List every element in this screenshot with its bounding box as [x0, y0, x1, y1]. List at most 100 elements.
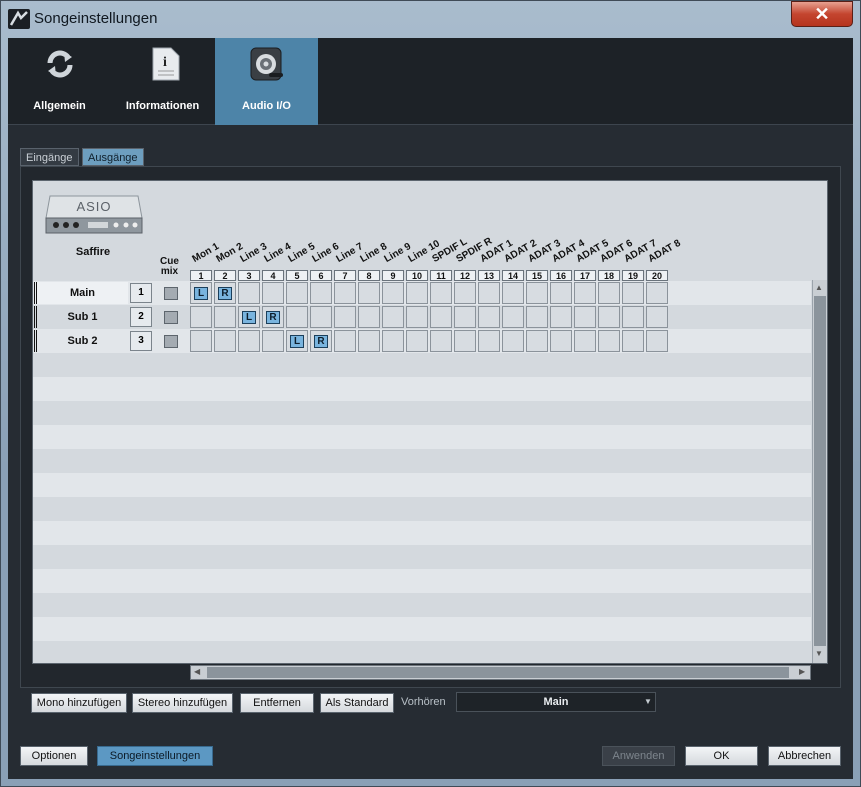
- matrix-cell[interactable]: [526, 306, 548, 328]
- matrix-cell[interactable]: [478, 282, 500, 304]
- matrix-cell[interactable]: [646, 330, 668, 352]
- matrix-cell[interactable]: [262, 330, 284, 352]
- matrix-cell[interactable]: [406, 282, 428, 304]
- scroll-up-icon[interactable]: ▲: [815, 283, 823, 292]
- matrix-cell[interactable]: [502, 330, 524, 352]
- matrix-cell[interactable]: [454, 330, 476, 352]
- matrix-cell[interactable]: [310, 282, 332, 304]
- matrix-cell[interactable]: [238, 282, 260, 304]
- matrix-cell[interactable]: [478, 306, 500, 328]
- matrix-cell[interactable]: [382, 282, 404, 304]
- output-row-label[interactable]: Main: [34, 282, 128, 304]
- ok-button[interactable]: OK: [685, 746, 758, 766]
- cancel-button[interactable]: Abbrechen: [768, 746, 841, 766]
- cue-mix-checkbox[interactable]: [164, 287, 178, 300]
- matrix-cell[interactable]: [430, 282, 452, 304]
- column-number: 8: [358, 270, 380, 281]
- matrix-cell[interactable]: [214, 306, 236, 328]
- matrix-cell[interactable]: [550, 282, 572, 304]
- vertical-scroll-thumb[interactable]: [814, 296, 826, 646]
- matrix-cell[interactable]: [502, 306, 524, 328]
- matrix-cell[interactable]: [622, 282, 644, 304]
- matrix-cell[interactable]: [358, 306, 380, 328]
- matrix-cell[interactable]: [334, 306, 356, 328]
- cue-mix-checkbox[interactable]: [164, 335, 178, 348]
- matrix-cell[interactable]: [478, 330, 500, 352]
- matrix-cell[interactable]: [526, 282, 548, 304]
- matrix-cell[interactable]: [646, 306, 668, 328]
- matrix-cell[interactable]: [454, 282, 476, 304]
- output-row-label[interactable]: Sub 1: [34, 306, 128, 328]
- mono-add-button[interactable]: Mono hinzufügen: [31, 693, 127, 713]
- matrix-cell[interactable]: [262, 282, 284, 304]
- matrix-cell[interactable]: [406, 306, 428, 328]
- matrix-cell[interactable]: [574, 306, 596, 328]
- matrix-cell[interactable]: [358, 282, 380, 304]
- matrix-cell[interactable]: L: [190, 282, 212, 304]
- tab-informationen[interactable]: i Informationen: [111, 38, 214, 125]
- matrix-cell[interactable]: [550, 306, 572, 328]
- set-default-button[interactable]: Als Standard: [320, 693, 394, 713]
- matrix-cell[interactable]: L: [286, 330, 308, 352]
- matrix-cell[interactable]: R: [310, 330, 332, 352]
- chevron-down-icon[interactable]: ▼: [644, 697, 652, 706]
- matrix-cell[interactable]: [286, 306, 308, 328]
- matrix-cell[interactable]: [574, 282, 596, 304]
- scroll-right-icon[interactable]: ▶: [799, 667, 805, 676]
- matrix-cell[interactable]: [214, 330, 236, 352]
- matrix-cell[interactable]: [334, 330, 356, 352]
- tab-allgemein[interactable]: Allgemein: [8, 38, 111, 125]
- scroll-left-icon[interactable]: ◀: [194, 667, 200, 676]
- matrix-cell[interactable]: [550, 330, 572, 352]
- close-button[interactable]: ✕: [791, 1, 853, 27]
- matrix-cell[interactable]: [454, 306, 476, 328]
- matrix-cell[interactable]: [622, 330, 644, 352]
- stereo-add-button[interactable]: Stereo hinzufügen: [132, 693, 233, 713]
- song-settings-button[interactable]: Songeinstellungen: [97, 746, 213, 766]
- matrix-cell[interactable]: [574, 330, 596, 352]
- options-button[interactable]: Optionen: [20, 746, 88, 766]
- matrix-cell[interactable]: [358, 330, 380, 352]
- matrix-cell[interactable]: [406, 330, 428, 352]
- matrix-cell[interactable]: [430, 330, 452, 352]
- preview-select[interactable]: Main: [456, 692, 656, 712]
- matrix-cell[interactable]: R: [262, 306, 284, 328]
- matrix-cell[interactable]: [598, 282, 620, 304]
- channel-assignment[interactable]: R: [218, 287, 232, 300]
- svg-text:ASIO: ASIO: [76, 199, 111, 214]
- matrix-cell[interactable]: [238, 330, 260, 352]
- matrix-cell[interactable]: [598, 306, 620, 328]
- channel-assignment[interactable]: R: [314, 335, 328, 348]
- matrix-cell[interactable]: [190, 306, 212, 328]
- matrix-cell[interactable]: [598, 330, 620, 352]
- matrix-cell[interactable]: [526, 330, 548, 352]
- apply-button[interactable]: Anwenden: [602, 746, 675, 766]
- matrix-cell[interactable]: [286, 282, 308, 304]
- scroll-down-icon[interactable]: ▼: [815, 649, 823, 658]
- channel-assignment[interactable]: R: [266, 311, 280, 324]
- tab-audio-io[interactable]: Audio I/O: [215, 38, 318, 125]
- subtab-eingaenge[interactable]: Eingänge: [20, 148, 79, 166]
- horizontal-scroll-thumb[interactable]: [207, 667, 789, 678]
- matrix-cell[interactable]: [382, 306, 404, 328]
- matrix-cell[interactable]: [334, 282, 356, 304]
- channel-assignment[interactable]: L: [290, 335, 304, 348]
- matrix-cell[interactable]: L: [238, 306, 260, 328]
- matrix-cell[interactable]: [310, 306, 332, 328]
- svg-text:i: i: [163, 55, 167, 70]
- matrix-cell[interactable]: [646, 282, 668, 304]
- matrix-cell[interactable]: [430, 306, 452, 328]
- matrix-cell[interactable]: [502, 282, 524, 304]
- remove-button[interactable]: Entfernen: [240, 693, 314, 713]
- matrix-cell[interactable]: R: [214, 282, 236, 304]
- matrix-cell[interactable]: [190, 330, 212, 352]
- output-row-label[interactable]: Sub 2: [34, 330, 128, 352]
- matrix-cell[interactable]: [382, 330, 404, 352]
- channel-assignment[interactable]: L: [194, 287, 208, 300]
- channel-assignment[interactable]: L: [242, 311, 256, 324]
- cue-mix-checkbox[interactable]: [164, 311, 178, 324]
- column-number: 16: [550, 270, 572, 281]
- matrix-cell[interactable]: [622, 306, 644, 328]
- subtab-ausgaenge[interactable]: Ausgänge: [82, 148, 144, 166]
- column-number: 14: [502, 270, 524, 281]
